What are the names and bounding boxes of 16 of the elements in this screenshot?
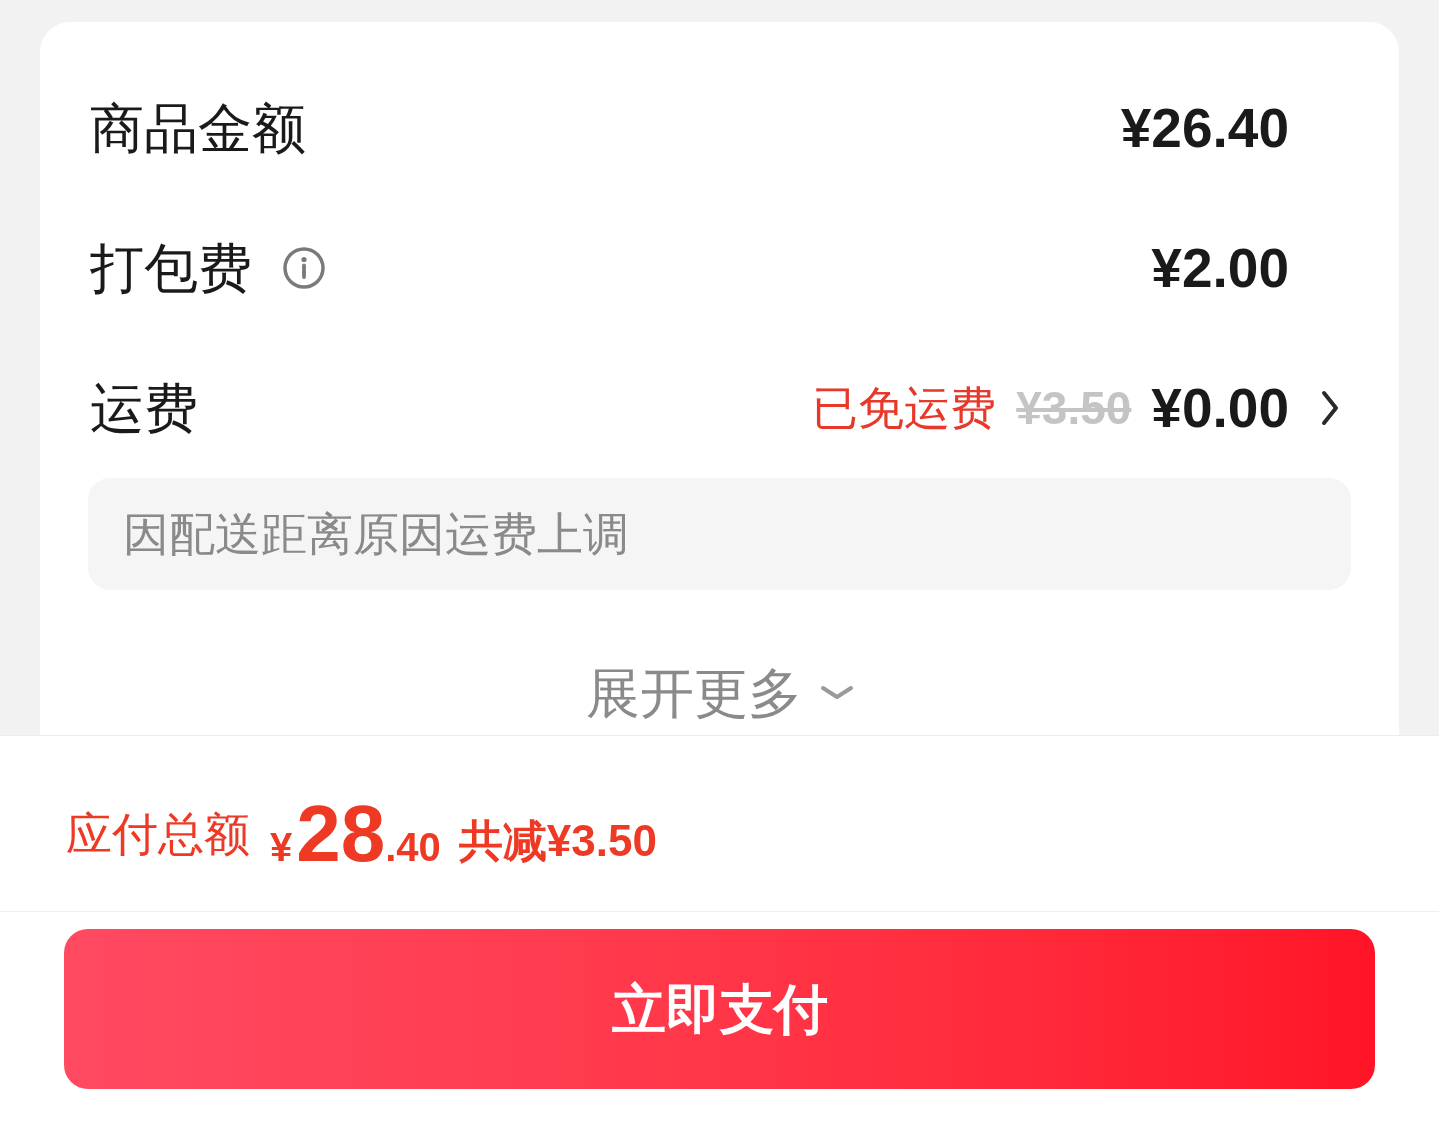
original-price: ¥3.50 (1016, 385, 1132, 431)
fee-amount: ¥0.00 (1151, 380, 1289, 436)
pay-now-button[interactable]: 立即支付 (64, 929, 1375, 1089)
fee-label: 打包费 (90, 241, 252, 295)
expand-more-button[interactable]: 展开更多 (585, 666, 854, 720)
chevron-right-icon[interactable] (1321, 390, 1339, 426)
fee-amount: ¥26.40 (1120, 100, 1289, 156)
total-amount: ¥28.40 (270, 793, 441, 874)
free-shipping-label: 已免运费 (812, 385, 997, 431)
total-label: 应付总额 (66, 810, 250, 857)
info-icon[interactable] (282, 246, 326, 290)
shipping-notice: 因配送距离原因运费上调 (88, 478, 1351, 590)
total-discount: 共减¥3.50 (458, 818, 657, 863)
fee-amount: ¥2.00 (1151, 240, 1289, 296)
fee-label: 商品金额 (90, 101, 306, 155)
fee-label: 运费 (90, 381, 198, 435)
